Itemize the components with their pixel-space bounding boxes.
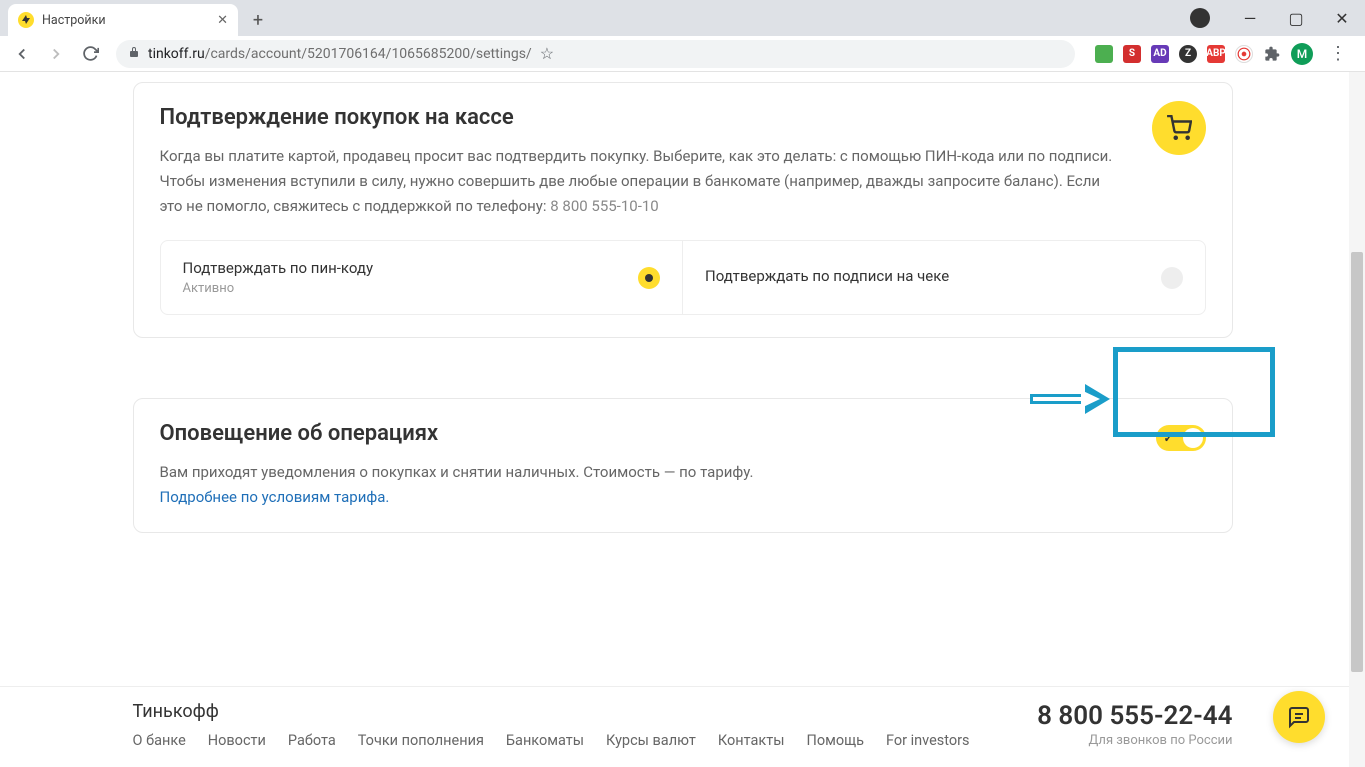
browser-toolbar: tinkoff.ru/cards/account/5201706164/1065… — [0, 36, 1365, 72]
browser-tab[interactable]: Настройки ✕ — [8, 4, 238, 36]
footer-phone: 8 800 555-22-44 — [1037, 701, 1232, 731]
lock-icon — [128, 46, 140, 61]
cart-icon — [1152, 101, 1206, 155]
scrollbar-thumb[interactable] — [1351, 252, 1363, 672]
footer-link[interactable]: Новости — [208, 732, 266, 749]
support-phone: 8 800 555-10-10 — [550, 197, 658, 215]
footer-link[interactable]: Контакты — [718, 732, 785, 749]
notifications-card: ✓ Оповещение об операциях Вам приходят у… — [133, 398, 1233, 533]
card-description: Вам приходят уведомления о покупках и сн… — [160, 460, 1120, 510]
extension-icon[interactable]: AD — [1151, 45, 1169, 63]
scrollbar-track[interactable] — [1349, 72, 1365, 767]
extension-icon[interactable]: Z — [1179, 45, 1197, 63]
incognito-icon — [1181, 0, 1227, 36]
confirmation-options: Подтверждать по пин-коду Активно Подтвер… — [160, 240, 1206, 315]
address-bar[interactable]: tinkoff.ru/cards/account/5201706164/1065… — [116, 40, 1075, 68]
bookmark-star-icon[interactable]: ☆ — [540, 44, 554, 63]
card-title: Подтверждение покупок на кассе — [160, 105, 1206, 130]
back-button[interactable] — [8, 40, 36, 68]
extension-icon[interactable]: ABP — [1207, 45, 1225, 63]
page-footer: Тинькофф О банке Новости Работа Точки по… — [0, 686, 1365, 767]
check-icon: ✓ — [1164, 431, 1174, 445]
option-status: Активно — [183, 281, 374, 296]
toggle-knob — [1183, 428, 1203, 448]
page-viewport: Подтверждение покупок на кассе Когда вы … — [0, 72, 1365, 767]
window-maximize[interactable]: ▢ — [1273, 0, 1319, 36]
footer-link[interactable]: Банкоматы — [506, 732, 584, 749]
browser-tab-strip: Настройки ✕ + — [0, 0, 1365, 36]
tab-favicon — [18, 12, 34, 28]
extension-icon[interactable] — [1235, 45, 1253, 63]
notifications-toggle[interactable]: ✓ — [1156, 425, 1206, 451]
window-minimize[interactable]: — — [1227, 0, 1273, 36]
footer-link[interactable]: О банке — [133, 732, 186, 749]
option-label: Подтверждать по пин-коду — [183, 259, 374, 277]
window-controls: — ▢ ✕ — [1181, 0, 1365, 36]
chat-button[interactable] — [1273, 691, 1325, 743]
tariff-link[interactable]: Подробнее по условиям тарифа. — [160, 488, 390, 506]
footer-brand: Тинькофф — [133, 701, 970, 722]
footer-link[interactable]: Точки пополнения — [358, 732, 484, 749]
browser-menu-icon[interactable]: ⋮ — [1323, 43, 1353, 64]
footer-link[interactable]: For investors — [886, 732, 970, 749]
purchase-confirmation-card: Подтверждение покупок на кассе Когда вы … — [133, 82, 1233, 338]
footer-link[interactable]: Курсы валют — [606, 732, 696, 749]
new-tab-button[interactable]: + — [244, 6, 272, 34]
footer-link[interactable]: Помощь — [806, 732, 864, 749]
extension-icon[interactable]: S — [1123, 45, 1141, 63]
radio-unselected-icon — [1161, 267, 1183, 289]
radio-selected-icon — [638, 267, 660, 289]
footer-links: О банке Новости Работа Точки пополнения … — [133, 732, 970, 749]
option-label: Подтверждать по подписи на чеке — [705, 267, 949, 285]
tab-title: Настройки — [42, 13, 209, 28]
url-text: tinkoff.ru/cards/account/5201706164/1065… — [148, 46, 532, 62]
extension-icon[interactable] — [1095, 45, 1113, 63]
footer-link[interactable]: Работа — [288, 732, 336, 749]
card-title: Оповещение об операциях — [160, 421, 1206, 446]
tab-close-icon[interactable]: ✕ — [217, 13, 228, 28]
reload-button[interactable] — [76, 40, 104, 68]
profile-avatar[interactable]: M — [1291, 43, 1313, 65]
option-pin[interactable]: Подтверждать по пин-коду Активно — [161, 241, 683, 314]
window-close[interactable]: ✕ — [1319, 0, 1365, 36]
option-signature[interactable]: Подтверждать по подписи на чеке — [682, 241, 1205, 314]
extensions-area: S AD Z ABP M ⋮ — [1095, 43, 1353, 65]
card-description: Когда вы платите картой, продавец просит… — [160, 144, 1120, 218]
forward-button[interactable] — [42, 40, 70, 68]
extensions-menu-icon[interactable] — [1263, 45, 1281, 63]
footer-phone-sub: Для звонков по России — [1037, 733, 1232, 748]
